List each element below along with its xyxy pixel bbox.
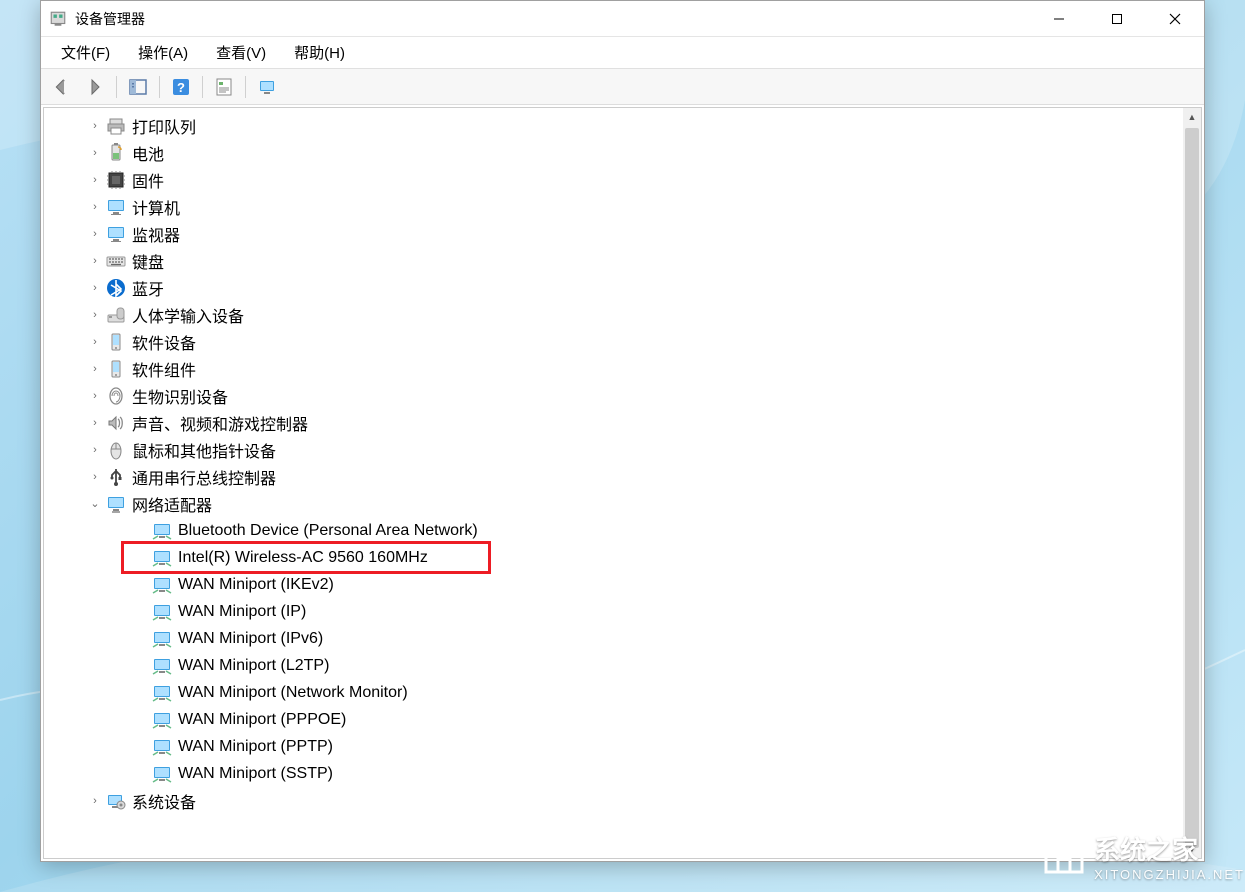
maximize-button[interactable] [1088,1,1146,36]
device-item[interactable]: WAN Miniport (IKEv2) [48,571,1201,598]
device-label: Intel(R) Wireless-AC 9560 160MHz [178,549,428,567]
properties-button[interactable] [208,73,240,101]
category-software[interactable]: › 软件设备 [48,328,1201,355]
chevron-right-icon[interactable]: › [86,279,104,297]
forward-button[interactable] [79,73,111,101]
scroll-up-arrow[interactable]: ▲ [1183,108,1201,126]
chevron-right-icon[interactable]: › [86,468,104,486]
watermark-url: XITONGZHIJIA.NET [1094,867,1245,882]
watermark: 系统之家 XITONGZHIJIA.NET [1040,830,1245,882]
chevron-right-icon[interactable]: › [86,360,104,378]
category-network[interactable]: ⌄ 网络适配器 [48,490,1201,517]
category-label: 系统设备 [132,789,196,813]
device-item[interactable]: WAN Miniport (L2TP) [48,652,1201,679]
chevron-right-icon[interactable]: › [86,441,104,459]
minimize-button[interactable] [1030,1,1088,36]
category-keyboard[interactable]: › 键盘 [48,247,1201,274]
category-label: 软件设备 [132,330,196,354]
category-usb[interactable]: › 通用串行总线控制器 [48,463,1201,490]
category-label: 人体学输入设备 [132,303,244,327]
watermark-logo-icon [1040,832,1088,880]
device-label: Bluetooth Device (Personal Area Network) [178,522,478,540]
vertical-scrollbar[interactable]: ▲ ▼ [1183,108,1201,858]
titlebar[interactable]: 设备管理器 [41,1,1204,37]
svg-text:?: ? [177,80,185,95]
category-label: 蓝牙 [132,276,164,300]
chevron-right-icon[interactable]: › [86,792,104,810]
device-label: WAN Miniport (L2TP) [178,657,329,675]
window-title: 设备管理器 [75,9,1030,29]
device-item[interactable]: WAN Miniport (Network Monitor) [48,679,1201,706]
chevron-right-icon[interactable]: › [86,144,104,162]
help-button[interactable]: ? [165,73,197,101]
scan-button[interactable] [251,73,283,101]
device-tree-pane[interactable]: › 打印队列 › 电池 › 固件 › 计算机 › 监视器 › 键盘 › 蓝牙 › 人体学输入设备 › 软件设备 › 软… [43,107,1202,859]
chevron-right-icon[interactable]: › [86,333,104,351]
chevron-right-icon[interactable]: › [86,387,104,405]
device-item[interactable]: WAN Miniport (SSTP) [48,760,1201,787]
chevron-right-icon[interactable]: › [86,171,104,189]
category-hid[interactable]: › 人体学输入设备 [48,301,1201,328]
device-item[interactable]: Intel(R) Wireless-AC 9560 160MHz [48,544,1201,571]
toolbar: ? [41,69,1204,105]
category-label: 计算机 [132,195,180,219]
chevron-right-icon[interactable]: › [86,306,104,324]
category-biometric[interactable]: › 生物识别设备 [48,382,1201,409]
menubar: 文件(F) 操作(A) 查看(V) 帮助(H) [41,37,1204,69]
category-battery[interactable]: › 电池 [48,139,1201,166]
chevron-right-icon[interactable]: › [86,198,104,216]
menu-file[interactable]: 文件(F) [47,38,124,67]
chevron-down-icon[interactable]: ⌄ [86,495,104,513]
category-label: 电池 [132,141,164,165]
category-label: 键盘 [132,249,164,273]
device-label: WAN Miniport (IKEv2) [178,576,334,594]
watermark-brand: 系统之家 [1094,830,1245,867]
category-label: 软件组件 [132,357,196,381]
category-sound[interactable]: › 声音、视频和游戏控制器 [48,409,1201,436]
device-item[interactable]: WAN Miniport (IPv6) [48,625,1201,652]
device-item[interactable]: WAN Miniport (PPTP) [48,733,1201,760]
category-label: 打印队列 [132,114,196,138]
category-label: 通用串行总线控制器 [132,465,276,489]
close-button[interactable] [1146,1,1204,36]
chevron-right-icon[interactable]: › [86,117,104,135]
category-monitor[interactable]: › 监视器 [48,220,1201,247]
scroll-thumb[interactable] [1185,128,1199,848]
category-monitor[interactable]: › 计算机 [48,193,1201,220]
menu-view[interactable]: 查看(V) [202,38,280,67]
device-label: WAN Miniport (IP) [178,603,306,621]
category-label: 固件 [132,168,164,192]
category-bluetooth[interactable]: › 蓝牙 [48,274,1201,301]
category-mouse[interactable]: › 鼠标和其他指针设备 [48,436,1201,463]
device-item[interactable]: Bluetooth Device (Personal Area Network) [48,517,1201,544]
show-tree-button[interactable] [122,73,154,101]
app-icon [49,10,67,28]
category-label: 监视器 [132,222,180,246]
menu-help[interactable]: 帮助(H) [280,38,359,67]
menu-action[interactable]: 操作(A) [124,38,202,67]
category-label: 声音、视频和游戏控制器 [132,411,308,435]
device-label: WAN Miniport (IPv6) [178,630,323,648]
device-manager-window: 设备管理器 文件(F) 操作(A) 查看(V) 帮助(H) ? [40,0,1205,862]
category-printer[interactable]: › 打印队列 [48,112,1201,139]
category-system[interactable]: › 系统设备 [48,787,1201,814]
category-label: 网络适配器 [132,492,212,516]
back-button[interactable] [45,73,77,101]
category-label: 鼠标和其他指针设备 [132,438,276,462]
category-software[interactable]: › 软件组件 [48,355,1201,382]
device-item[interactable]: WAN Miniport (PPPOE) [48,706,1201,733]
device-item[interactable]: WAN Miniport (IP) [48,598,1201,625]
device-label: WAN Miniport (Network Monitor) [178,684,408,702]
category-label: 生物识别设备 [132,384,228,408]
chevron-right-icon[interactable]: › [86,225,104,243]
device-label: WAN Miniport (PPPOE) [178,711,346,729]
device-label: WAN Miniport (PPTP) [178,738,333,756]
device-label: WAN Miniport (SSTP) [178,765,333,783]
chevron-right-icon[interactable]: › [86,414,104,432]
chevron-right-icon[interactable]: › [86,252,104,270]
category-firmware[interactable]: › 固件 [48,166,1201,193]
